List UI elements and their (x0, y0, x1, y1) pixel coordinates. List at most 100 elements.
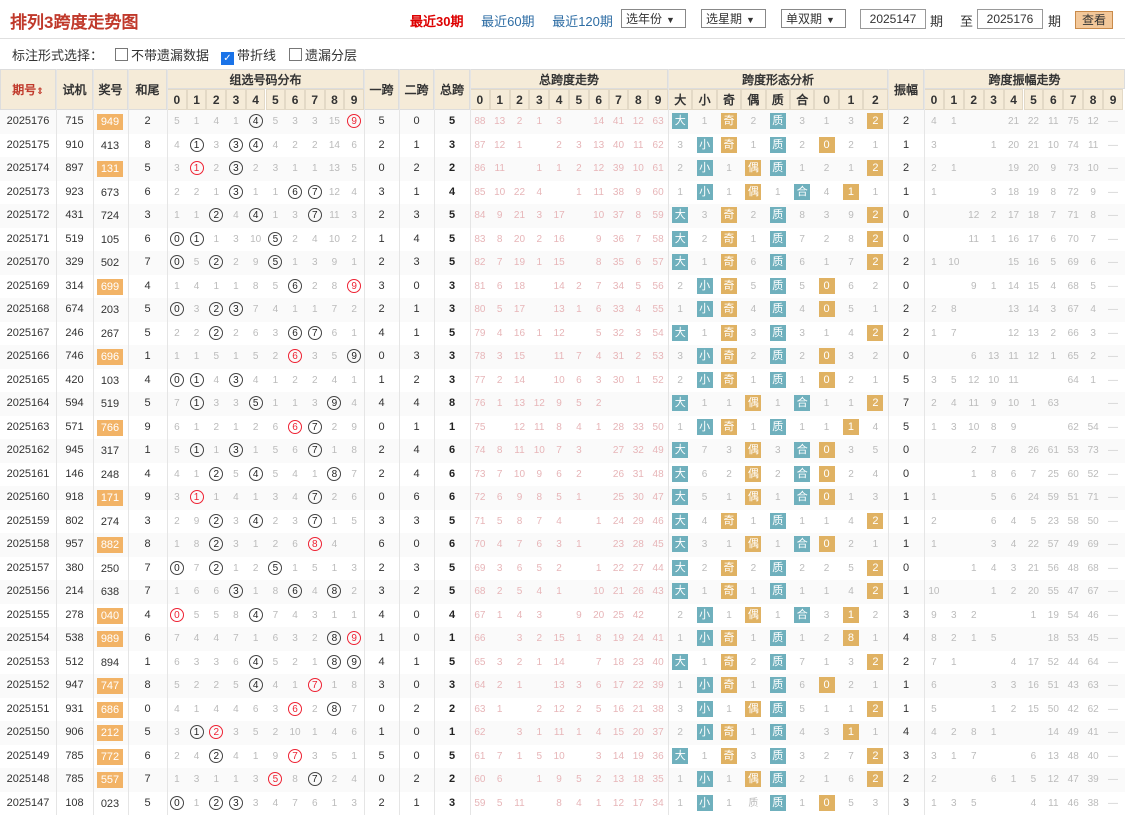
form-cell: 质 (766, 651, 790, 675)
form-cell: 7 (799, 656, 805, 668)
option-with-line[interactable]: ✓ 带折线 (221, 45, 276, 65)
dist-cell: 3 (226, 792, 246, 816)
span2-cell: 1 (413, 420, 420, 433)
form-cell: 1 (677, 680, 683, 691)
nav-last-30[interactable]: 最近30期 (410, 14, 463, 29)
total-span-cell: 1 (448, 420, 456, 433)
to-issue-input[interactable]: 2025176 (977, 9, 1043, 29)
total-span-cell: 1 (448, 726, 456, 738)
trend-miss-cell: 2 (516, 116, 523, 127)
oddeven-select[interactable]: 单双期 ▼ (781, 9, 846, 28)
amp-miss-cell: 11 (968, 233, 979, 245)
form-cell: 小 (692, 345, 716, 369)
trend-miss-cell: 6 (516, 562, 523, 574)
form-tag: 质 (769, 747, 786, 764)
trend-miss-cell: 10 (553, 374, 565, 386)
amp-miss-cell (984, 251, 1004, 275)
span2-cell: 0 (413, 115, 420, 127)
year-select[interactable]: 选年份 ▼ (621, 9, 686, 28)
checkbox-icon[interactable] (289, 48, 302, 61)
option-layered[interactable]: 遗漏分层 (289, 45, 357, 64)
dist-cell: 1 (233, 774, 239, 785)
nav-last-60[interactable]: 最近60期 (481, 14, 534, 29)
dist-cell: 5 (193, 257, 200, 268)
trend-miss-cell: 13 (513, 398, 526, 409)
amp-miss-cell: 3 (951, 421, 957, 433)
total-span-cell: 3 (448, 303, 456, 315)
dist-cell: 1 (331, 797, 338, 809)
amp-miss-cell: 13 (1027, 327, 1039, 339)
amp-miss-cell: 7 (970, 750, 977, 762)
dist-cell: 7 (174, 633, 180, 644)
amp-miss-cell: 1 (951, 750, 957, 762)
amp-miss-cell (964, 510, 984, 534)
amp-miss-cell: 1 (970, 633, 977, 644)
trend-miss-cell: 12 (494, 139, 506, 151)
amp-miss-cell (1004, 792, 1024, 816)
form-cell: 大 (668, 392, 692, 416)
amp-miss-cell: 13 (1047, 750, 1059, 762)
form-tag: 质 (769, 348, 786, 364)
form-tag: 质 (769, 324, 786, 341)
dist-cell: 7 (305, 510, 325, 534)
amp-miss-cell: 1 (1090, 374, 1096, 386)
amp-miss-cell: 3 (1050, 304, 1057, 315)
nav-last-120[interactable]: 最近120期 (552, 14, 613, 29)
checkbox-checked-icon[interactable]: ✓ (221, 52, 234, 65)
issue-cell: 2025147 (6, 796, 50, 809)
form-tag: 小 (696, 677, 713, 693)
dist-cell: 3 (226, 369, 246, 393)
form-cell: 3 (823, 210, 830, 221)
dist-cell: 3 (311, 351, 318, 362)
form-cell: 1 (726, 539, 732, 550)
trend-miss-cell: 17 (612, 680, 625, 691)
trial-cell: 594 (65, 397, 84, 409)
span2-cell: 2 (413, 773, 420, 785)
trend-miss-cell: 9 (595, 233, 602, 245)
dist-cell: 3 (351, 210, 357, 221)
trend-miss-cell: 2 (536, 703, 543, 715)
amp-miss-cell (1043, 369, 1063, 393)
amp-miss-cell: 8 (1050, 186, 1057, 198)
amp-miss-cell: 9 (990, 398, 997, 409)
from-issue-input[interactable]: 2025147 (860, 9, 926, 29)
trend-miss-cell: 25 (612, 492, 625, 503)
dist-cell: 5 (272, 445, 279, 456)
amp-miss-cell (944, 768, 964, 792)
amp-miss-cell: 68 (1067, 280, 1079, 292)
amp-miss-cell: 43 (1067, 680, 1079, 691)
trend-miss-cell: 34 (612, 280, 625, 292)
view-button[interactable]: 查看 (1075, 11, 1113, 29)
hit-ring: 7 (307, 513, 322, 528)
form-cell: 1 (750, 139, 757, 151)
dist-cell: 4 (233, 750, 239, 762)
form-cell: 3 (750, 327, 757, 339)
trend-miss-cell: 11 (553, 727, 565, 738)
sum-tail-cell: 5 (144, 796, 151, 809)
checkbox-icon[interactable] (115, 48, 128, 61)
span1-cell: 2 (378, 561, 385, 574)
span1-cell: 0 (378, 420, 385, 433)
hit-ring: 3 (228, 161, 243, 175)
form-cell: 小 (692, 298, 716, 322)
prize-cell: 171 (97, 490, 123, 506)
column-separator (167, 69, 168, 815)
weekday-select[interactable]: 选星期 ▼ (701, 9, 766, 28)
dist-cell: 1 (252, 186, 259, 198)
dist-cell: 6 (252, 327, 259, 339)
table-row: 2025169 314 699 4 1 4 1 1 8 5 6 2 8 9 3 0 3 81 6 18 14 2 7 34 5 5… (0, 274, 1125, 298)
dist-cell: 2 (174, 515, 180, 527)
dist-cell: 4 (351, 774, 357, 785)
trial-cell: 380 (65, 561, 84, 574)
trend-miss-cell: 12 (533, 398, 545, 409)
trend-miss-cell: 2 (536, 633, 543, 644)
dist-cell: 5 (331, 750, 338, 762)
amp-miss-cell: 3 (1010, 680, 1017, 691)
form-cell: 小 (692, 181, 716, 205)
form-cell: 3 (750, 750, 757, 762)
amp-miss-cell: 1 (990, 703, 997, 715)
option-no-missing[interactable]: 不带遗漏数据 (115, 45, 209, 64)
form-tag: 8 (842, 630, 859, 646)
form-cell: 5 (799, 703, 805, 715)
dist-cell: 8 (252, 280, 259, 292)
